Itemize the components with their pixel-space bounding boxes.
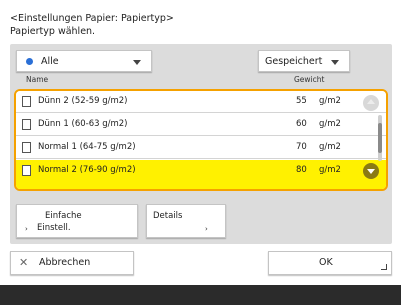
cancel-button[interactable]: ✕ Abbrechen [10,251,134,275]
header: <Einstellungen Papier: Papiertyp> Papier… [10,12,174,38]
paper-unit: g/m2 [319,96,341,106]
corner-icon [381,264,387,270]
arrow-right-icon: › [25,225,28,233]
filter-dropdown[interactable]: Alle [16,50,152,72]
breadcrumb: <Einstellungen Papier: Papiertyp> [10,13,174,24]
arrow-right-icon: › [205,225,208,233]
paper-unit: g/m2 [319,142,341,152]
scroll-up-icon[interactable] [363,95,379,111]
filter-label: Alle [41,56,59,67]
ok-button[interactable]: OK [268,251,392,275]
paper-unit: g/m2 [319,165,341,175]
scrollbar-thumb[interactable] [378,123,382,153]
details-button[interactable]: Details › [146,204,226,238]
sort-dropdown[interactable]: Gespeichert [258,50,350,72]
simple-settings-label-1: Einfache [45,211,82,221]
scrollbar[interactable] [378,115,382,161]
simple-settings-label-2: Einstell. [37,223,71,233]
checkbox-icon [22,142,31,153]
paper-weight: 70 [296,142,307,152]
checkbox-icon [22,165,31,176]
paper-name: Dünn 2 (52-59 g/m2) [38,96,128,106]
checkbox-icon [22,119,31,130]
chevron-down-icon [133,60,141,65]
paper-weight: 80 [296,165,307,175]
cancel-label: Abbrechen [39,257,91,268]
paper-weight: 60 [296,119,307,129]
paper-weight: 55 [296,96,307,106]
paper-unit: g/m2 [319,119,341,129]
checkbox-icon [22,96,31,107]
list-item[interactable]: Dünn 2 (52-59 g/m2) 55 g/m2 [16,91,386,113]
paper-name: Dünn 1 (60-63 g/m2) [38,119,128,129]
list-item-selected[interactable]: Normal 2 (76-90 g/m2) 80 g/m2 [16,160,386,189]
list-item[interactable]: Normal 1 (64-75 g/m2) 70 g/m2 [16,137,386,159]
paper-type-list: Dünn 2 (52-59 g/m2) 55 g/m2 Dünn 1 (60-6… [14,89,388,191]
paper-name: Normal 2 (76-90 g/m2) [38,165,136,175]
paper-name: Normal 1 (64-75 g/m2) [38,142,136,152]
scroll-down-icon[interactable] [363,163,379,179]
sort-label: Gespeichert [265,56,323,67]
close-icon: ✕ [19,256,29,269]
list-item[interactable]: Dünn 1 (60-63 g/m2) 60 g/m2 [16,114,386,136]
filter-dot-icon [26,58,33,65]
ok-label: OK [319,257,333,268]
paper-type-panel: Alle Gespeichert Name Gewicht Dünn 2 (52… [10,44,392,244]
instruction-text: Papiertyp wählen. [10,26,96,37]
column-header-name: Name [26,75,49,84]
simple-settings-button[interactable]: Einfache › Einstell. [16,204,138,238]
details-label: Details [153,211,183,221]
status-bar [0,285,401,305]
chevron-down-icon [331,60,339,65]
column-header-weight: Gewicht [294,75,325,84]
